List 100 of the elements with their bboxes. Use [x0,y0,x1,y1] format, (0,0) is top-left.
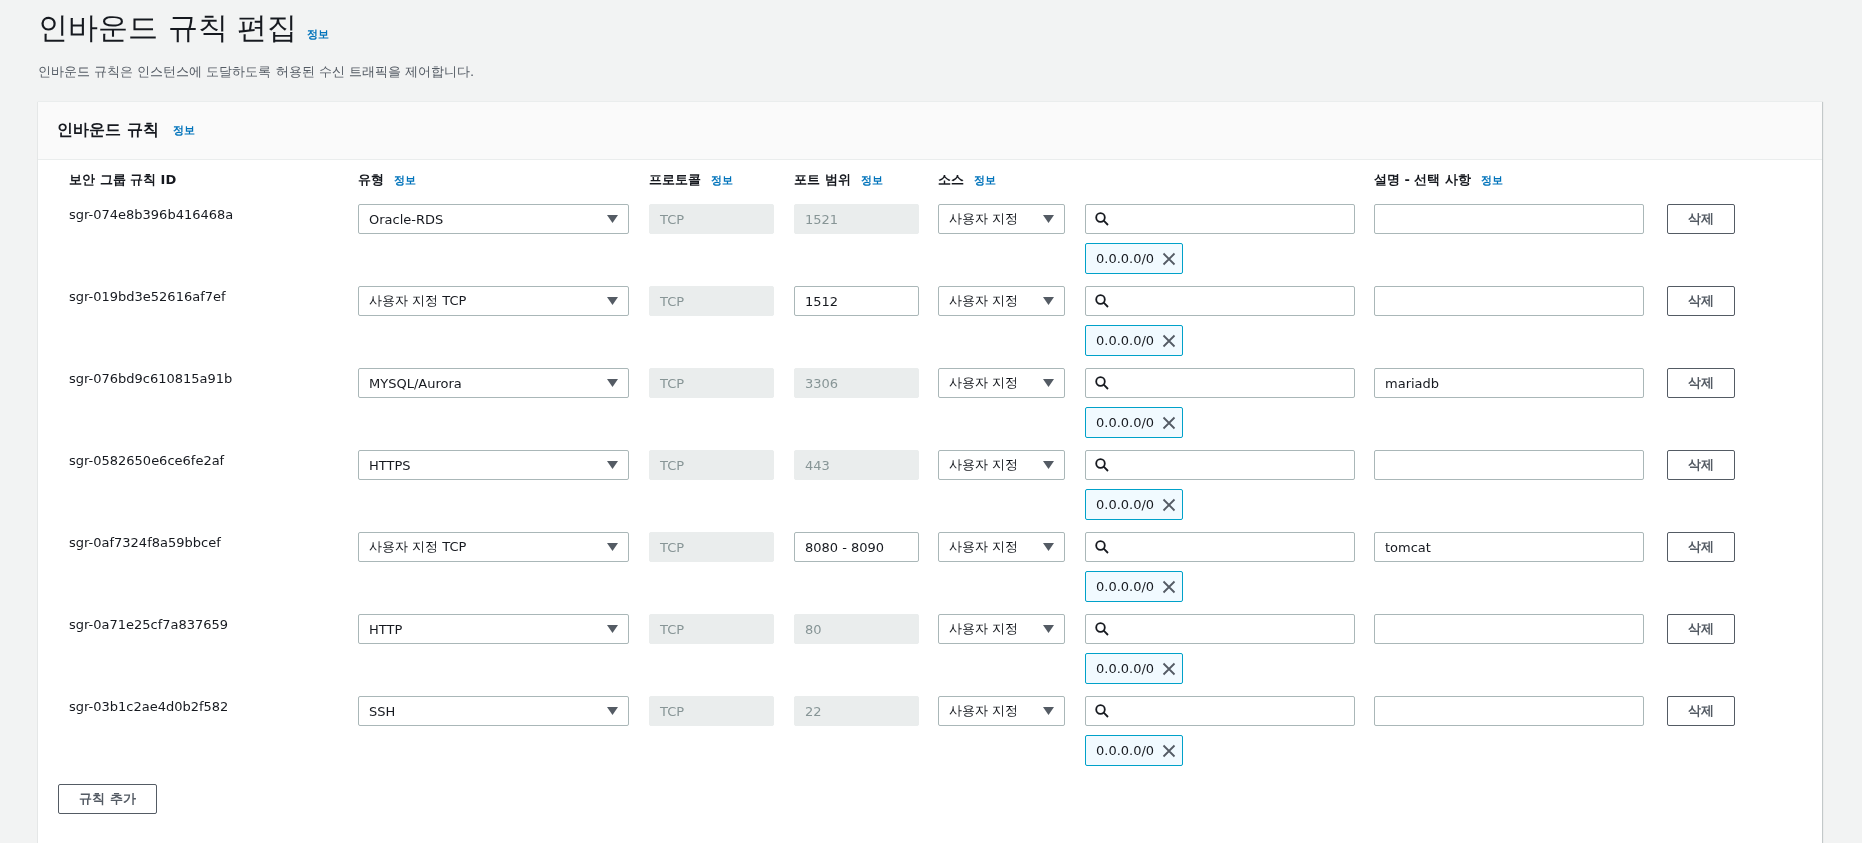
type-dropdown[interactable]: HTTP [358,614,629,644]
type-dropdown[interactable]: MYSQL/Aurora [358,368,629,398]
source-dropdown[interactable]: 사용자 지정 [938,532,1065,562]
caret-icon [1043,543,1054,551]
column-header: 소스 [938,171,964,189]
delete-button[interactable]: 삭제 [1667,286,1735,316]
source-dropdown[interactable]: 사용자 지정 [938,204,1065,234]
port-range-field: 22 [794,696,919,726]
source-dropdown[interactable]: 사용자 지정 [938,614,1065,644]
cidr-text: 0.0.0.0/0 [1096,415,1155,430]
search-icon [1095,458,1109,472]
delete-button[interactable]: 삭제 [1667,368,1735,398]
close-button[interactable] [1162,497,1177,512]
type-dropdown[interactable]: 사용자 지정 TCP [358,286,629,316]
close-button[interactable] [1162,743,1177,758]
caret-icon [607,461,618,469]
cidr-text: 0.0.0.0/0 [1096,333,1155,348]
caret-icon [1043,215,1054,223]
close-button[interactable] [1162,661,1177,676]
cidr-text: 0.0.0.0/0 [1096,743,1155,758]
delete-button[interactable]: 삭제 [1667,450,1735,480]
info-link[interactable]: 정보 [172,123,195,138]
close-button[interactable] [1162,415,1177,430]
type-dropdown[interactable]: Oracle-RDS [358,204,629,234]
protocol-field: TCP [649,614,774,644]
rule-id: sgr-076bd9c610815a91b [69,370,233,386]
search-icon [1095,622,1109,636]
caret-icon [607,215,618,223]
protocol-field: TCP [649,450,774,480]
description-field[interactable] [1374,286,1644,316]
search-field[interactable] [1085,614,1355,644]
search-field[interactable] [1085,204,1355,234]
description-field[interactable]: tomcat [1374,532,1644,562]
rule-id: sgr-074e8b396b416468a [69,206,234,222]
protocol-field: TCP [649,368,774,398]
type-dropdown[interactable]: SSH [358,696,629,726]
search-field[interactable] [1085,696,1355,726]
source-dropdown[interactable]: 사용자 지정 [938,368,1065,398]
caret-icon [1043,707,1054,715]
source-dropdown[interactable]: 사용자 지정 [938,450,1065,480]
search-icon [1095,212,1109,226]
caret-icon [1043,379,1054,387]
caret-icon [1043,461,1054,469]
cidr-text: 0.0.0.0/0 [1096,251,1155,266]
delete-button[interactable]: 삭제 [1667,614,1735,644]
port-range-field: 443 [794,450,919,480]
delete-button[interactable]: 삭제 [1667,696,1735,726]
column-header: 설명 - 선택 사항 [1374,171,1471,189]
close-button[interactable] [1162,579,1177,594]
column-header: 프로토콜 [649,171,701,189]
search-field[interactable] [1085,450,1355,480]
rule-id: sgr-0af7324f8a59bbcef [69,534,221,550]
info-link[interactable]: 정보 [394,172,416,188]
page-title: 인바운드 규칙 편집 [38,9,298,47]
delete-button[interactable]: 삭제 [1667,532,1735,562]
port-range-field: 1521 [794,204,919,234]
card-title: 인바운드 규칙 [57,120,159,141]
cidr-text: 0.0.0.0/0 [1096,497,1155,512]
rule-id: sgr-03b1c2ae4d0b2f582 [69,698,229,714]
close-button[interactable] [1162,333,1177,348]
source-dropdown[interactable]: 사용자 지정 [938,696,1065,726]
port-range-field: 80 [794,614,919,644]
cidr-text: 0.0.0.0/0 [1096,661,1155,676]
search-field[interactable] [1085,368,1355,398]
close-button[interactable] [1162,251,1177,266]
search-field[interactable] [1085,286,1355,316]
port-range-field[interactable]: 8080 - 8090 [794,532,919,562]
type-dropdown[interactable]: HTTPS [358,450,629,480]
caret-icon [607,707,618,715]
info-link[interactable]: 정보 [307,27,330,42]
search-icon [1095,376,1109,390]
column-header: 포트 범위 [794,171,851,189]
info-link[interactable]: 정보 [974,172,996,188]
caret-icon [607,543,618,551]
rule-id: sgr-0582650e6ce6fe2af [69,452,225,468]
description-field[interactable] [1374,204,1644,234]
info-link[interactable]: 정보 [1481,172,1503,188]
info-link[interactable]: 정보 [711,172,733,188]
add-rule-button[interactable]: 규칙 추가 [58,784,157,814]
description-field[interactable]: mariadb [1374,368,1644,398]
source-dropdown[interactable]: 사용자 지정 [938,286,1065,316]
description-field[interactable] [1374,614,1644,644]
caret-icon [1043,625,1054,633]
cidr-text: 0.0.0.0/0 [1096,579,1155,594]
column-header: 보안 그룹 규칙 ID [69,171,177,189]
search-icon [1095,294,1109,308]
info-link[interactable]: 정보 [860,172,883,188]
delete-button[interactable]: 삭제 [1667,204,1735,234]
search-icon [1095,540,1109,554]
port-range-field: 3306 [794,368,919,398]
caret-icon [607,379,618,387]
search-field[interactable] [1085,532,1355,562]
protocol-field: TCP [649,286,774,316]
protocol-field: TCP [649,532,774,562]
port-range-field[interactable]: 1512 [794,286,919,316]
protocol-field: TCP [649,204,774,234]
search-icon [1095,704,1109,718]
description-field[interactable] [1374,696,1644,726]
type-dropdown[interactable]: 사용자 지정 TCP [358,532,629,562]
description-field[interactable] [1374,450,1644,480]
